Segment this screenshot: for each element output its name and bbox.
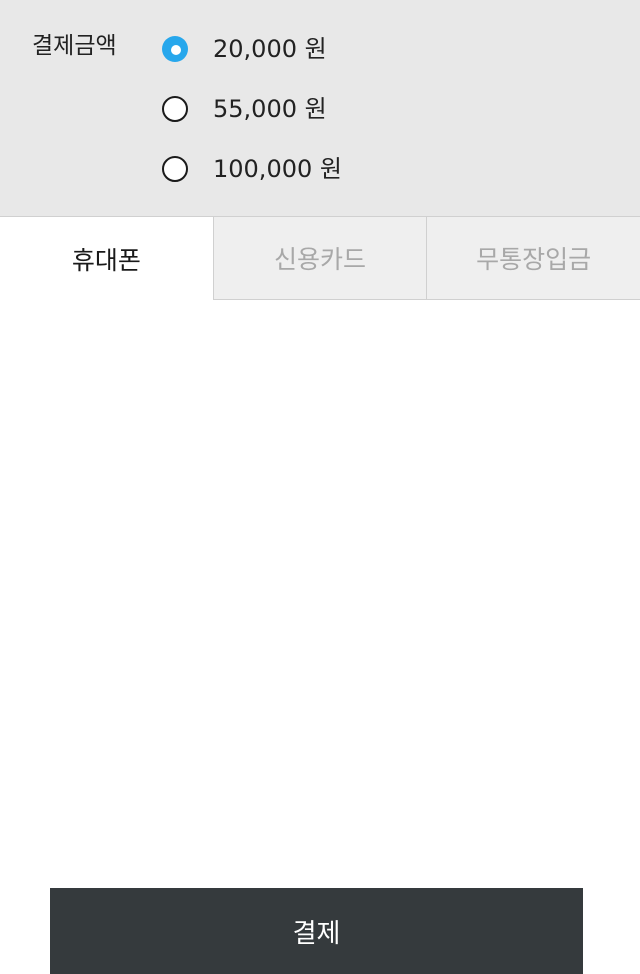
tab-mobile-phone[interactable]: 휴대폰 <box>0 216 213 300</box>
tab-credit-card[interactable]: 신용카드 <box>212 216 427 300</box>
amount-option-label: 20,000 원 <box>213 35 327 63</box>
radio-unchecked-icon[interactable] <box>162 96 188 122</box>
amount-option-55000[interactable]: 55,000 원 <box>162 92 582 126</box>
amount-option-label: 100,000 원 <box>213 155 342 183</box>
payment-method-tabs: 휴대폰 신용카드 무통장입금 <box>0 216 640 300</box>
tab-content-area <box>0 300 640 888</box>
radio-unchecked-icon[interactable] <box>162 156 188 182</box>
tab-bank-transfer[interactable]: 무통장입금 <box>426 216 640 300</box>
amount-option-100000[interactable]: 100,000 원 <box>162 152 582 186</box>
radio-checked-icon[interactable] <box>162 36 188 62</box>
amount-panel: 결제금액 20,000 원 55,000 원 100,000 원 <box>0 0 640 216</box>
amount-label: 결제금액 <box>32 33 117 59</box>
pay-button[interactable]: 결제 <box>50 888 583 974</box>
amount-option-20000[interactable]: 20,000 원 <box>162 32 582 66</box>
amount-option-label: 55,000 원 <box>213 95 327 123</box>
payment-page: 결제금액 20,000 원 55,000 원 100,000 원 휴대폰 신용카… <box>0 0 640 974</box>
